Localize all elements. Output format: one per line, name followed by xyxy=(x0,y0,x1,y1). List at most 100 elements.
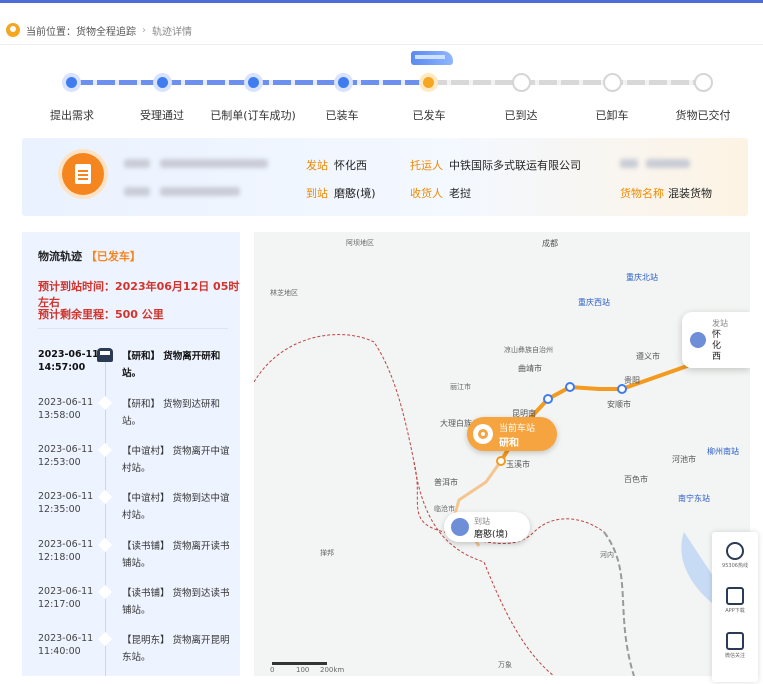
wechat-follow-button[interactable]: 微信关注 xyxy=(712,632,758,659)
waypoint-marker xyxy=(617,384,627,394)
train-icon xyxy=(97,348,113,362)
cargo-value: 混装货物 xyxy=(668,187,712,200)
map-city: 南宁东站 xyxy=(678,494,710,503)
map-city: 贵阳 xyxy=(624,376,640,385)
event-time: 2023-06-11 12:17:00 xyxy=(38,586,94,610)
waybill-icon xyxy=(62,153,104,195)
from-station-marker[interactable]: 发站 怀化西 xyxy=(682,312,750,368)
step-label: 货物已交付 xyxy=(675,109,731,122)
event-desc: 【研和】 货物到达研和站。 xyxy=(122,399,221,427)
to-station-name: 磨憨(境) xyxy=(474,530,509,540)
phone-icon xyxy=(726,542,744,560)
redacted-text xyxy=(160,159,268,168)
step-dot-6 xyxy=(512,73,531,92)
map-region: 凉山彝族自治州 xyxy=(504,346,553,354)
step-label: 已到达 xyxy=(504,109,538,122)
hotline-label: 95306热线 xyxy=(722,563,748,569)
map-city: 重庆西站 xyxy=(578,298,610,307)
track-title: 物流轨迹 【已发车】 xyxy=(38,250,141,263)
map-region: 林芝地区 xyxy=(270,289,298,297)
event-time: 2023-06-11 12:53:00 xyxy=(38,444,94,468)
qrcode-icon xyxy=(726,632,744,650)
to-station-value: 磨憨(境) xyxy=(334,187,376,200)
map-region: 掸邦 xyxy=(320,549,334,557)
redacted-text xyxy=(124,187,150,196)
current-station-name: 研和 xyxy=(499,438,519,449)
scale-label: 0 xyxy=(270,666,275,674)
step-label: 已卸车 xyxy=(595,109,629,122)
step-dot-5 xyxy=(419,73,438,92)
map-city: 成都 xyxy=(542,239,558,248)
location-pin-icon xyxy=(473,424,493,444)
shipment-info-card: 发站 怀化西 到站 磨憨(境) 托运人 中铁国际多式联运有限公司 收货人 老挝 … xyxy=(22,138,748,216)
event-desc: 【中谊村】 货物离开中谊村站。 xyxy=(122,446,230,474)
hotline-button[interactable]: 95306热线 xyxy=(712,542,758,569)
map-city: 百色市 xyxy=(624,475,648,484)
event-desc: 【读书铺】 货物到达读书铺站。 xyxy=(122,588,230,616)
event-time: 2023-06-11 12:18:00 xyxy=(38,539,94,563)
consignee-label: 收货人 xyxy=(410,187,443,200)
map-city: 曲靖市 xyxy=(518,364,542,373)
shipper-label: 托运人 xyxy=(410,159,443,172)
step-label: 受理通过 xyxy=(140,109,184,122)
scale-label: 200km xyxy=(320,666,345,674)
step-label: 已发车 xyxy=(412,109,446,122)
redacted-text xyxy=(646,159,690,168)
event-desc: 【研和】 货物离开研和站。 xyxy=(122,351,221,379)
top-accent-line xyxy=(0,0,763,3)
breadcrumb-current: 轨迹详情 xyxy=(152,26,192,38)
breadcrumb-parent[interactable]: 货物全程追踪 xyxy=(76,23,136,38)
scale-bar xyxy=(272,662,327,665)
remaining-distance: 预计剩余里程：500 公里 xyxy=(38,308,164,321)
step-dot-4 xyxy=(334,73,353,92)
waypoint-marker xyxy=(565,382,575,392)
location-pin-icon xyxy=(6,23,20,37)
app-download-label: APP下载 xyxy=(725,608,745,614)
event-desc: 【读书铺】 货物离开读书铺站。 xyxy=(122,541,230,569)
shipper-value: 中铁国际多式联运有限公司 xyxy=(449,159,581,172)
consignee-value: 老挝 xyxy=(449,187,471,200)
logistics-track-panel: 物流轨迹 【已发车】 预计到站时间：2023年06月12日 05时 左右 预计剩… xyxy=(22,232,240,676)
breadcrumb-separator: › xyxy=(142,24,146,36)
event-desc: 【昆明东】 货物离开昆明东站。 xyxy=(122,635,230,663)
event-desc: 【中谊村】 货物到达中谊村站。 xyxy=(122,493,230,521)
divider xyxy=(0,44,763,45)
waypoint-marker xyxy=(543,394,553,404)
event-time: 2023-06-11 11:40:00 xyxy=(38,633,94,657)
event-time: 2023-06-11 12:35:00 xyxy=(38,491,94,515)
step-dot-1 xyxy=(62,73,81,92)
map-city: 河池市 xyxy=(672,455,696,464)
current-station-marker[interactable]: 当前车站 研和 xyxy=(467,417,557,451)
step-dot-3 xyxy=(244,73,263,92)
to-station-label: 到站 xyxy=(474,517,490,526)
from-station-label: 发站 xyxy=(306,159,328,172)
from-station-name: 怀化西 xyxy=(712,330,722,362)
app-download-button[interactable]: APP下载 xyxy=(712,587,758,614)
map-region: 阿坝地区 xyxy=(346,239,374,247)
progress-line-todo xyxy=(429,80,705,85)
map-city: 玉溪市 xyxy=(506,460,530,469)
waypoint-marker xyxy=(496,456,506,466)
step-dot-2 xyxy=(153,73,172,92)
side-toolbar: 95306热线 APP下载 微信关注 xyxy=(712,532,758,682)
map-city: 柳州南站 xyxy=(707,447,739,456)
train-icon xyxy=(411,51,453,65)
map-region: 河内 xyxy=(600,551,614,559)
breadcrumb-label: 当前位置： xyxy=(26,26,76,38)
map-region: 万象 xyxy=(498,661,512,669)
step-dot-7 xyxy=(603,73,622,92)
track-status: 【已发车】 xyxy=(85,250,141,263)
from-station-label: 发站 xyxy=(712,319,728,328)
breadcrumb: 当前位置： 货物全程追踪 › 轨迹详情 xyxy=(6,18,192,42)
to-station-marker[interactable]: 到站 磨憨(境) xyxy=(444,512,530,542)
map-city: 遵义市 xyxy=(636,352,660,361)
map-city: 重庆北站 xyxy=(626,273,658,282)
map-city: 普洱市 xyxy=(434,478,458,487)
route-map[interactable]: 成都 重庆北站 重庆西站 贵阳 遵义市 安顺市 曲靖市 玉溪市 大理白族自治州 … xyxy=(254,232,750,676)
map-region: 丽江市 xyxy=(450,383,471,391)
station-icon xyxy=(451,518,469,536)
cargo-label: 货物名称 xyxy=(620,187,664,200)
step-label: 提出需求 xyxy=(50,109,94,122)
step-label: 已制单(订车成功) xyxy=(210,109,296,122)
divider xyxy=(38,328,228,329)
